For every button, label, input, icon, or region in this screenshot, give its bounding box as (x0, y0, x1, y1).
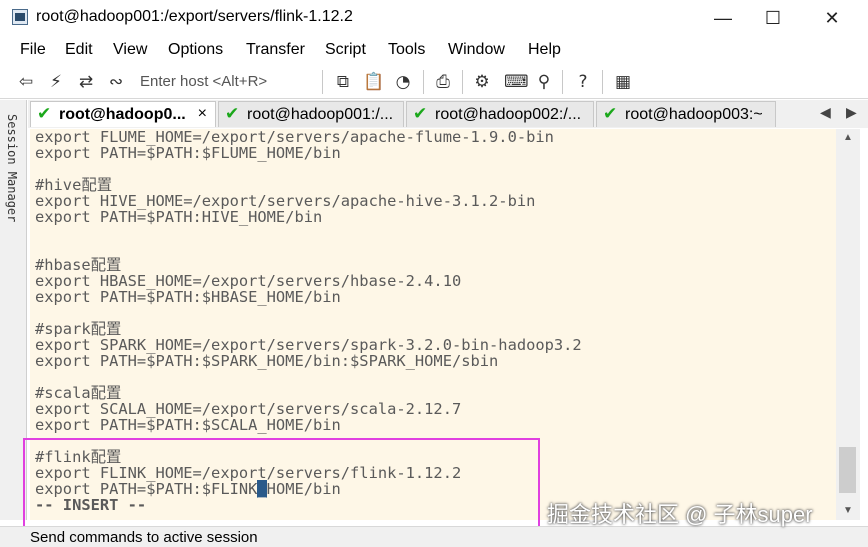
watermark: 掘金技术社区 @ 子林super (547, 502, 813, 527)
tab-scroll-right-icon[interactable]: ▶ (846, 104, 857, 121)
connect-icon[interactable]: ⇦ (16, 72, 36, 92)
toolbar-separator (602, 70, 603, 94)
terminal-line: #hive配置 (35, 176, 113, 194)
scroll-up-icon[interactable]: ▲ (836, 129, 860, 147)
settings-icon[interactable]: ⚙ (472, 72, 492, 92)
scroll-down-icon[interactable]: ▼ (836, 502, 860, 520)
terminal-scrollbar[interactable]: ▲ ▼ (836, 129, 860, 520)
terminal-line: #scala配置 (35, 384, 122, 402)
connected-check-icon: ✔ (225, 104, 240, 124)
annotation-highlight-box (23, 438, 540, 530)
key-icon[interactable]: ⚲ (534, 72, 554, 92)
terminal-line: #hbase配置 (35, 256, 122, 274)
terminal-line: export FLUME_HOME=/export/servers/apache… (35, 129, 554, 146)
connected-check-icon: ✔ (37, 104, 52, 124)
maximize-button[interactable]: ☐ (744, 0, 802, 36)
terminal-line: #spark配置 (35, 320, 122, 338)
sftp-icon[interactable]: ▦ (613, 72, 633, 92)
tab-hadoop003[interactable]: ✔ root@hadoop003:~ (596, 101, 776, 127)
menu-file[interactable]: File (20, 41, 46, 59)
menu-view[interactable]: View (113, 41, 147, 59)
terminal-line: export SCALA_HOME=/export/servers/scala-… (35, 400, 462, 418)
find-icon[interactable]: ◔ (393, 72, 413, 92)
terminal-line: export HBASE_HOME=/export/servers/hbase-… (35, 272, 462, 290)
menu-bar: File Edit View Options Transfer Script T… (0, 38, 868, 64)
menu-help[interactable]: Help (528, 41, 561, 59)
keymap-icon[interactable]: ⌨ (504, 72, 529, 92)
paste-icon[interactable]: 📋 (363, 72, 384, 92)
menu-edit[interactable]: Edit (65, 41, 93, 59)
terminal-line: export PATH=$PATH:$HBASE_HOME/bin (35, 288, 341, 306)
securecrt-app-icon (12, 9, 28, 25)
terminal-line: export PATH=$PATH:$FLUME_HOME/bin (35, 144, 341, 162)
tab-label: root@hadoop003:~ (625, 106, 763, 123)
toolbar-separator (462, 70, 463, 94)
toolbar-separator (322, 70, 323, 94)
scrollbar-thumb[interactable] (839, 447, 856, 493)
window-title: root@hadoop001:/export/servers/flink-1.1… (36, 8, 353, 25)
menu-options[interactable]: Options (168, 41, 223, 59)
menu-tools[interactable]: Tools (388, 41, 425, 59)
toolbar-separator (562, 70, 563, 94)
enter-host-input[interactable]: Enter host <Alt+R> (140, 73, 267, 90)
disconnect-icon[interactable]: ∾ (106, 72, 126, 92)
tab-scroll-left-icon[interactable]: ◀ (820, 104, 831, 121)
tab-label: root@hadoop002:/... (435, 106, 582, 123)
close-window-button[interactable]: ✕ (803, 0, 861, 36)
toolbar-separator (423, 70, 424, 94)
terminal-line: export SPARK_HOME=/export/servers/spark-… (35, 336, 582, 354)
session-manager-label: Session Manager (5, 114, 19, 223)
tab-hadoop001[interactable]: ✔ root@hadoop001:/... (218, 101, 404, 127)
tab-hadoop0-active[interactable]: ✔ root@hadoop0... × (30, 101, 216, 127)
terminal-line: export HIVE_HOME=/export/servers/apache-… (35, 192, 536, 210)
tab-label: root@hadoop001:/... (247, 106, 394, 123)
menu-window[interactable]: Window (448, 41, 505, 59)
tab-hadoop002[interactable]: ✔ root@hadoop002:/... (406, 101, 594, 127)
tab-close-icon[interactable]: × (198, 105, 207, 123)
tab-label: root@hadoop0... (59, 106, 186, 123)
menu-script[interactable]: Script (325, 41, 366, 59)
toolbar: ⇦ ⚡ ⇄ ∾ Enter host <Alt+R> ⧉ 📋 ◔ ⎙ ⚙ ⌨ ⚲… (0, 66, 868, 99)
reconnect-icon[interactable]: ⇄ (76, 72, 96, 92)
terminal-line: export PATH=$PATH:HIVE_HOME/bin (35, 208, 323, 226)
terminal-line: export PATH=$PATH:$SCALA_HOME/bin (35, 416, 341, 434)
status-text: Send commands to active session (30, 529, 258, 546)
status-bar: Send commands to active session (0, 526, 868, 547)
session-tab-bar: ✔ root@hadoop0... × ✔ root@hadoop001:/..… (28, 100, 868, 128)
copy-icon[interactable]: ⧉ (333, 72, 353, 92)
menu-transfer[interactable]: Transfer (246, 41, 305, 59)
title-bar: root@hadoop001:/export/servers/flink-1.1… (0, 0, 868, 36)
quick-connect-icon[interactable]: ⚡ (46, 72, 66, 92)
print-icon[interactable]: ⎙ (433, 72, 453, 92)
help-icon[interactable]: ? (573, 72, 593, 92)
terminal-line: export PATH=$PATH:$SPARK_HOME/bin:$SPARK… (35, 352, 499, 370)
connected-check-icon: ✔ (603, 104, 618, 124)
connected-check-icon: ✔ (413, 104, 428, 124)
